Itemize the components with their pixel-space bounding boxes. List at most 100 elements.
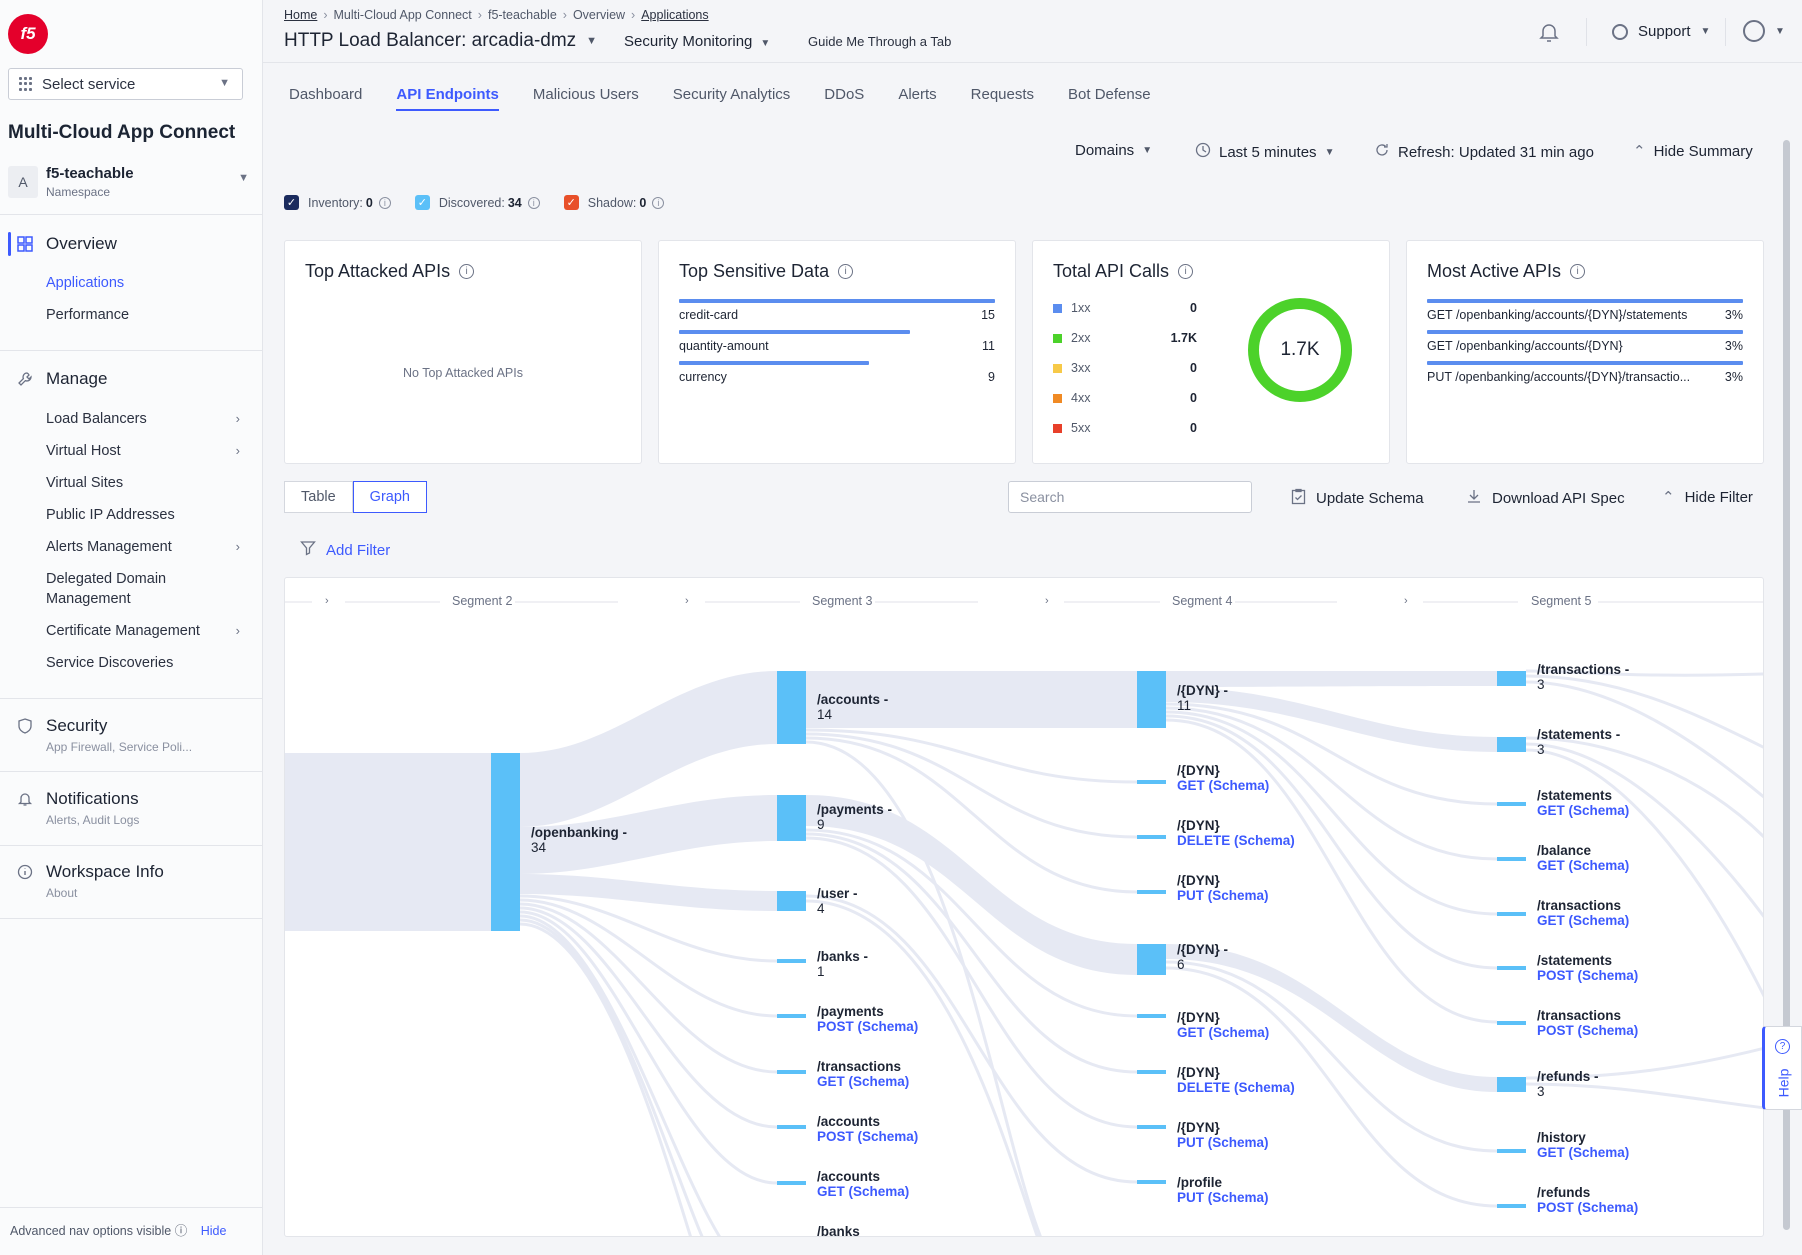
nav-load-balancers[interactable]: Load Balancers › (46, 409, 246, 429)
tab-dashboard[interactable]: Dashboard (289, 86, 362, 111)
download-api-spec-button[interactable]: Download API Spec (1466, 488, 1625, 508)
nav-notifications[interactable]: Notifications (16, 789, 139, 809)
node-accounts[interactable] (777, 671, 806, 744)
node-label[interactable]: /refunds -3 (1537, 1069, 1599, 1099)
info-icon[interactable]: i (1570, 264, 1586, 279)
tab-bot-defense[interactable]: Bot Defense (1068, 86, 1151, 111)
nav-workspace-info[interactable]: Workspace Info (16, 862, 164, 882)
node-statements-get[interactable] (1497, 802, 1526, 806)
node-label[interactable]: /refunds POST (Schema) (1537, 1185, 1638, 1215)
node-label[interactable]: /statements GET (Schema) (1537, 788, 1629, 818)
support-dropdown[interactable]: Support ▼ (1612, 23, 1710, 40)
tab-security-analytics[interactable]: Security Analytics (673, 86, 791, 111)
namespace-selector[interactable]: A f5-teachable Namespace ▼ (8, 163, 253, 203)
node-accounts-get[interactable] (777, 1181, 806, 1185)
node-transactions-post[interactable] (1497, 1021, 1526, 1025)
node-label[interactable]: /profile PUT (Schema) (1177, 1175, 1269, 1205)
info-icon[interactable]: i (652, 196, 665, 209)
page-title-dropdown[interactable]: HTTP Load Balancer: arcadia-dmz ▼ (284, 30, 597, 52)
breadcrumb-mcac[interactable]: Multi-Cloud App Connect (334, 8, 472, 22)
chevron-right-icon[interactable]: › (685, 595, 689, 607)
nav-applications[interactable]: Applications (46, 275, 124, 291)
hide-advanced-link[interactable]: Hide (201, 1224, 227, 1238)
chevron-right-icon[interactable]: › (325, 595, 329, 607)
nav-security[interactable]: Security (16, 716, 107, 736)
node-accounts-post[interactable] (777, 1125, 806, 1129)
nav-manage[interactable]: Manage (16, 369, 107, 389)
node-label[interactable]: /{DYN} -11 (1177, 683, 1228, 713)
node-profile-put[interactable] (1137, 1180, 1166, 1184)
node-label[interactable]: /transactions -3 (1537, 662, 1629, 692)
node-balance-get[interactable] (1497, 857, 1526, 861)
node-label[interactable]: /accounts POST (Schema) (817, 1114, 918, 1144)
node-label[interactable]: /{DYN} DELETE (Schema) (1177, 818, 1295, 848)
user-menu[interactable]: ▼ (1743, 20, 1785, 42)
refresh-button[interactable]: Refresh: Updated 31 min ago (1374, 142, 1594, 162)
node-label[interactable]: /{DYN} PUT (Schema) (1177, 1120, 1269, 1150)
node-payments[interactable] (777, 795, 806, 841)
api-calls-donut[interactable]: 1.7K (1248, 298, 1352, 402)
node-dyn-get[interactable] (1137, 1014, 1166, 1018)
node-label[interactable]: /transactions GET (Schema) (1537, 898, 1629, 928)
node-label[interactable]: /banks (817, 1224, 860, 1236)
graph-view-button[interactable]: Graph (352, 481, 427, 513)
breadcrumb-overview[interactable]: Overview (573, 8, 625, 22)
breadcrumb-applications[interactable]: Applications (641, 8, 708, 22)
node-label[interactable]: /{DYN} GET (Schema) (1177, 1010, 1269, 1040)
node-transactions-get[interactable] (1497, 912, 1526, 916)
notifications-bell-icon[interactable] (1537, 20, 1561, 44)
chevron-right-icon[interactable]: › (1404, 595, 1408, 607)
nav-public-ip[interactable]: Public IP Addresses (46, 505, 246, 525)
node-payments-post[interactable] (777, 1014, 806, 1018)
node-label[interactable]: /payments POST (Schema) (817, 1004, 918, 1034)
shadow-checkbox[interactable]: ✓ Shadow: 0 i (563, 195, 665, 210)
node-label[interactable]: /accounts GET (Schema) (817, 1169, 909, 1199)
tab-requests[interactable]: Requests (971, 86, 1034, 111)
node-label[interactable]: /{DYN} -6 (1177, 942, 1228, 972)
sensitive-row[interactable]: credit-card 15 (679, 299, 995, 327)
nav-virtual-sites[interactable]: Virtual Sites (46, 473, 246, 493)
nav-overview[interactable]: Overview (16, 234, 117, 254)
node-user[interactable] (777, 891, 806, 911)
node-label[interactable]: /{DYN} GET (Schema) (1177, 763, 1269, 793)
time-range-dropdown[interactable]: Last 5 minutes ▼ (1195, 142, 1334, 162)
node-label[interactable]: /statements -3 (1537, 727, 1620, 757)
breadcrumb-home[interactable]: Home (284, 8, 317, 22)
select-service-dropdown[interactable]: Select service ▼ (8, 68, 243, 100)
info-icon[interactable]: i (527, 196, 540, 209)
info-icon[interactable]: i (1178, 264, 1194, 279)
tab-alerts[interactable]: Alerts (898, 86, 936, 111)
domains-dropdown[interactable]: Domains ▼ (1075, 142, 1152, 159)
nav-performance[interactable]: Performance (46, 307, 129, 323)
node-transactions[interactable] (1497, 671, 1526, 686)
node-statements[interactable] (1497, 737, 1526, 752)
node-refunds-post[interactable] (1497, 1204, 1526, 1208)
help-tab[interactable]: ? Help (1762, 1026, 1802, 1110)
add-filter-button[interactable]: Add Filter (300, 540, 390, 560)
node-label[interactable]: /user -4 (817, 886, 858, 916)
nav-service-discoveries[interactable]: Service Discoveries (46, 653, 246, 673)
node-openbanking[interactable] (491, 753, 520, 931)
node-dyn-11[interactable] (1137, 671, 1166, 728)
table-view-button[interactable]: Table (284, 481, 353, 513)
tab-ddos[interactable]: DDoS (824, 86, 864, 111)
nav-certificate-management[interactable]: Certificate Management › (46, 621, 246, 641)
node-dyn-delete[interactable] (1137, 1070, 1166, 1074)
discovered-checkbox[interactable]: ✓ Discovered: 34 i (414, 195, 540, 210)
f5-logo[interactable]: f5 (8, 14, 48, 54)
node-label[interactable]: /statements POST (Schema) (1537, 953, 1638, 983)
node-label[interactable]: /payments -9 (817, 802, 892, 832)
node-label[interactable]: /balance GET (Schema) (1537, 843, 1629, 873)
info-icon[interactable]: i (378, 196, 391, 209)
hide-summary-button[interactable]: ⌃ Hide Summary (1633, 142, 1753, 161)
active-api-row[interactable]: GET /openbanking/accounts/{DYN}/statemen… (1427, 299, 1743, 327)
active-api-row[interactable]: PUT /openbanking/accounts/{DYN}/transact… (1427, 361, 1743, 389)
mode-dropdown[interactable]: Security Monitoring ▼ (624, 33, 770, 50)
tab-api-endpoints[interactable]: API Endpoints (396, 86, 499, 111)
node-refunds[interactable] (1497, 1077, 1526, 1092)
nav-delegated-domain[interactable]: Delegated Domain Management (46, 569, 216, 609)
sensitive-row[interactable]: quantity-amount 11 (679, 330, 995, 358)
info-icon[interactable]: i (459, 264, 475, 279)
node-label[interactable]: /{DYN} PUT (Schema) (1177, 873, 1269, 903)
node-label[interactable]: /history GET (Schema) (1537, 1130, 1629, 1160)
